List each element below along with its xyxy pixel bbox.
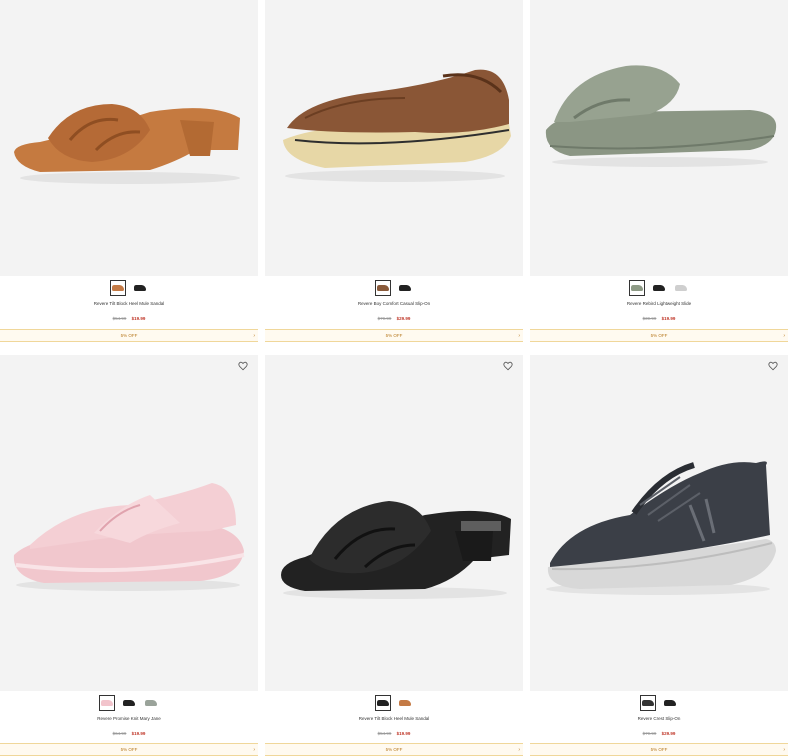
color-swatches (530, 695, 788, 711)
promo-banner[interactable]: 5% OFF › (265, 743, 523, 756)
color-swatch[interactable] (629, 280, 645, 296)
color-swatch[interactable] (651, 280, 667, 296)
product-price: $54.99 $19.99 (265, 731, 523, 736)
loafer-brown-image (283, 69, 511, 182)
product-image[interactable] (0, 355, 258, 691)
original-price: $79.99 (377, 316, 392, 321)
favorite-heart-icon[interactable] (768, 361, 782, 375)
sale-price: $19.99 (131, 731, 146, 736)
color-swatches (0, 695, 258, 711)
product-name[interactable]: Revere Tilt Block Heel Mule Sandal (0, 301, 258, 306)
product-image[interactable] (530, 0, 788, 276)
favorite-heart-icon[interactable] (503, 361, 517, 375)
product-card[interactable]: Revere Boy Comfort Casual Slip-On $79.99… (265, 0, 523, 344)
chevron-right-icon: › (518, 747, 520, 753)
promo-banner[interactable]: 5% OFF › (530, 743, 788, 756)
sandal-black-image (281, 501, 511, 599)
promo-label: 5% OFF (385, 333, 403, 338)
product-image[interactable] (0, 0, 258, 276)
promo-banner[interactable]: 5% OFF › (0, 743, 258, 756)
sale-price: $19.99 (131, 316, 146, 321)
color-swatch[interactable] (99, 695, 115, 711)
promo-banner[interactable]: 5% OFF › (530, 329, 788, 342)
product-image[interactable] (265, 0, 523, 276)
product-name[interactable]: Revere Promise Knit Mary Jane (0, 716, 258, 721)
color-swatches (265, 695, 523, 711)
sale-price: $19.99 (396, 731, 411, 736)
product-card[interactable]: Revere Tilt Block Heel Mule Sandal $54.9… (265, 355, 523, 756)
color-swatch[interactable] (397, 280, 413, 296)
product-name[interactable]: Revere Tilt Block Heel Mule Sandal (265, 716, 523, 721)
favorite-heart-icon[interactable] (238, 361, 252, 375)
color-swatches (0, 280, 258, 296)
product-price: $79.99 $29.99 (530, 731, 788, 736)
promo-banner[interactable]: 5% OFF › (0, 329, 258, 342)
product-image[interactable] (530, 355, 788, 691)
chevron-right-icon: › (253, 333, 255, 339)
color-swatch[interactable] (110, 280, 126, 296)
original-price: $64.99 (112, 731, 127, 736)
color-swatches (265, 280, 523, 296)
color-swatch[interactable] (640, 695, 656, 711)
product-card[interactable]: Revere Rebird Lightweight Slide $39.99 $… (530, 0, 788, 344)
product-price: $64.99 $19.99 (0, 731, 258, 736)
original-price: $54.99 (112, 316, 127, 321)
product-image[interactable] (265, 355, 523, 691)
promo-label: 5% OFF (120, 747, 138, 752)
product-card[interactable]: Revere Tilt Block Heel Mule Sandal $54.9… (0, 0, 258, 344)
product-price: $54.99 $19.99 (0, 316, 258, 321)
color-swatch[interactable] (662, 695, 678, 711)
product-price: $39.99 $19.99 (530, 316, 788, 321)
chevron-right-icon: › (783, 747, 785, 753)
product-name[interactable]: Revere Rebird Lightweight Slide (530, 301, 788, 306)
sale-price: $29.99 (661, 731, 676, 736)
slide-green-image (545, 65, 777, 167)
color-swatch[interactable] (375, 280, 391, 296)
promo-label: 5% OFF (120, 333, 138, 338)
promo-label: 5% OFF (650, 333, 668, 338)
sale-price: $19.99 (661, 316, 676, 321)
original-price: $79.99 (642, 731, 657, 736)
chevron-right-icon: › (518, 333, 520, 339)
sandal-brown-image (14, 104, 240, 184)
product-price: $79.99 $29.99 (265, 316, 523, 321)
promo-label: 5% OFF (650, 747, 668, 752)
chevron-right-icon: › (253, 747, 255, 753)
color-swatch[interactable] (132, 280, 148, 296)
product-card[interactable]: Revere Promise Knit Mary Jane $64.99 $19… (0, 355, 258, 756)
color-swatch[interactable] (121, 695, 137, 711)
promo-label: 5% OFF (385, 747, 403, 752)
color-swatch[interactable] (397, 695, 413, 711)
product-card[interactable]: Revere Crest Slip-On $79.99 $29.99 5% OF… (530, 355, 788, 756)
color-swatches (530, 280, 788, 296)
promo-banner[interactable]: 5% OFF › (265, 329, 523, 342)
color-swatch[interactable] (375, 695, 391, 711)
color-swatch[interactable] (143, 695, 159, 711)
product-grid: Revere Tilt Block Heel Mule Sandal $54.9… (0, 0, 788, 756)
sale-price: $29.99 (396, 316, 411, 321)
original-price: $54.99 (377, 731, 392, 736)
color-swatch[interactable] (673, 280, 689, 296)
original-price: $39.99 (642, 316, 657, 321)
mary-jane-pink-image (13, 483, 245, 591)
chevron-right-icon: › (783, 333, 785, 339)
sneaker-dark-image (546, 461, 776, 595)
product-name[interactable]: Revere Boy Comfort Casual Slip-On (265, 301, 523, 306)
product-name[interactable]: Revere Crest Slip-On (530, 716, 788, 721)
